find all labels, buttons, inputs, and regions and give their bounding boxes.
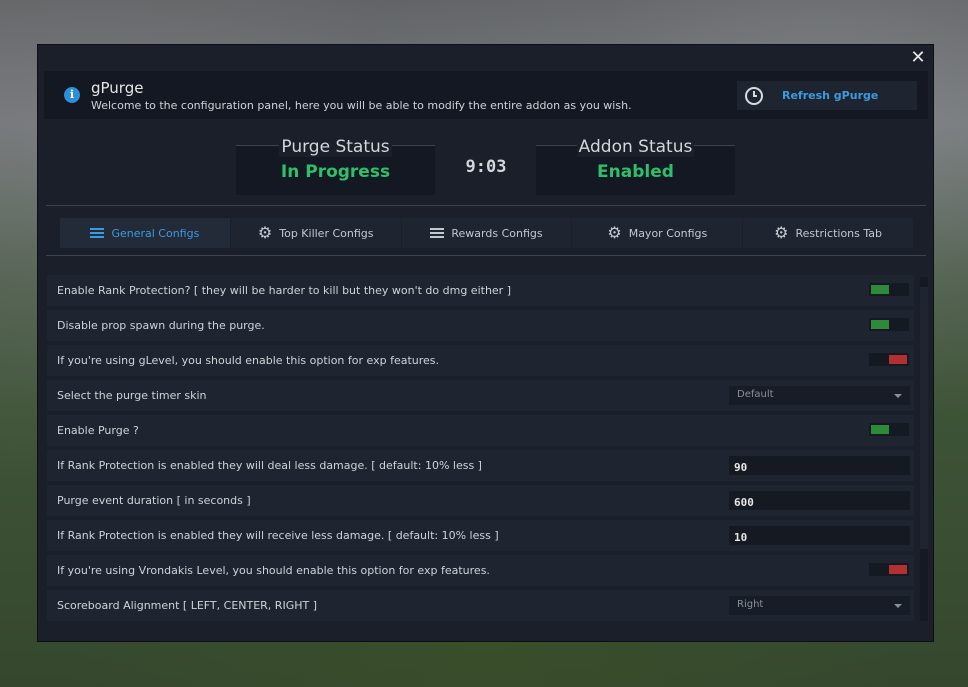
config-window: ✕ i gPurge Welcome to the configuration … — [37, 44, 934, 642]
clock-icon — [745, 87, 763, 105]
setting-label: Disable prop spawn during the purge. — [57, 319, 265, 332]
setting-label: If Rank Protection is enabled they will … — [57, 459, 482, 472]
refresh-button[interactable]: Refresh gPurge — [737, 81, 917, 110]
setting-label: Enable Purge ? — [57, 424, 139, 437]
purge-timer: 9:03 — [465, 157, 507, 177]
menu-icon — [430, 227, 445, 239]
setting-row: If you're using Vrondakis Level, you sho… — [47, 555, 914, 586]
setting-row: If Rank Protection is enabled they will … — [47, 520, 914, 551]
setting-row: Disable prop spawn during the purge. — [47, 310, 914, 341]
gear-icon: ⚙ — [257, 223, 273, 242]
divider — [46, 255, 926, 256]
divider — [46, 205, 926, 206]
setting-label: If Rank Protection is enabled they will … — [57, 529, 499, 542]
setting-label: If you're using Vrondakis Level, you sho… — [57, 564, 490, 577]
addon-status-box: Addon Status Enabled — [536, 137, 735, 195]
refresh-label: Refresh gPurge — [782, 89, 879, 102]
purge-status-value: In Progress — [280, 162, 391, 182]
info-icon: i — [64, 87, 80, 103]
setting-label: If you're using gLevel, you should enabl… — [57, 354, 440, 367]
tab-bar: General Configs ⚙ Top Killer Configs Rew… — [60, 218, 914, 248]
duration-input[interactable] — [729, 493, 910, 512]
tab-label: Restrictions Tab — [795, 226, 883, 240]
select-value: Right — [737, 599, 764, 610]
select-value: Default — [737, 389, 774, 400]
tab-top-killer-configs[interactable]: ⚙ Top Killer Configs — [230, 218, 401, 248]
tab-label: Top Killer Configs — [279, 226, 374, 240]
header-panel: i gPurge Welcome to the configuration pa… — [44, 71, 928, 119]
addon-status-value: Enabled — [597, 162, 674, 182]
purge-status-box: Purge Status In Progress — [236, 137, 435, 195]
chevron-down-icon — [894, 604, 902, 608]
timer-skin-select[interactable]: Default — [729, 386, 910, 405]
gear-icon: ⚙ — [774, 223, 789, 242]
scrollbar-thumb[interactable] — [920, 287, 928, 549]
setting-label: Enable Rank Protection? [ they will be h… — [57, 284, 511, 297]
gear-icon: ⚙ — [607, 223, 622, 242]
rank-protection-toggle[interactable] — [869, 283, 909, 296]
setting-label: Select the purge timer skin — [57, 389, 207, 402]
receive-damage-input[interactable] — [729, 528, 910, 547]
tab-restrictions[interactable]: ⚙ Restrictions Tab — [743, 218, 913, 248]
setting-label: Scoreboard Alignment [ LEFT, CENTER, RIG… — [57, 599, 317, 612]
addon-status-title: Addon Status — [576, 137, 695, 157]
setting-row: Enable Purge ? — [47, 415, 914, 446]
setting-row: Select the purge timer skin Default — [47, 380, 914, 411]
setting-row: Scoreboard Alignment [ LEFT, CENTER, RIG… — [47, 590, 914, 621]
disable-prop-spawn-toggle[interactable] — [869, 318, 909, 331]
purge-status-title: Purge Status — [279, 137, 392, 157]
settings-list: Enable Rank Protection? [ they will be h… — [47, 275, 914, 625]
vrondakis-toggle[interactable] — [869, 563, 909, 576]
setting-row: If you're using gLevel, you should enabl… — [47, 345, 914, 376]
chevron-down-icon — [894, 394, 902, 398]
tab-rewards-configs[interactable]: Rewards Configs — [401, 218, 572, 248]
scoreboard-alignment-select[interactable]: Right — [729, 596, 910, 615]
setting-row: If Rank Protection is enabled they will … — [47, 450, 914, 481]
setting-row: Enable Rank Protection? [ they will be h… — [47, 275, 914, 306]
enable-purge-toggle[interactable] — [869, 423, 909, 436]
tab-label: General Configs — [111, 226, 200, 240]
setting-row: Purge event duration [ in seconds ] — [47, 485, 914, 516]
tab-mayor-configs[interactable]: ⚙ Mayor Configs — [572, 218, 743, 248]
app-subtitle: Welcome to the configuration panel, here… — [91, 99, 632, 112]
tab-label: Rewards Configs — [451, 226, 543, 240]
deal-damage-input[interactable] — [729, 458, 910, 477]
tab-general-configs[interactable]: General Configs — [60, 218, 230, 248]
tab-label: Mayor Configs — [628, 226, 708, 240]
glevel-toggle[interactable] — [869, 353, 909, 366]
scrollbar[interactable] — [920, 277, 928, 621]
close-icon[interactable]: ✕ — [909, 49, 927, 67]
setting-label: Purge event duration [ in seconds ] — [57, 494, 251, 507]
app-title: gPurge — [91, 79, 144, 97]
menu-icon — [90, 227, 105, 239]
